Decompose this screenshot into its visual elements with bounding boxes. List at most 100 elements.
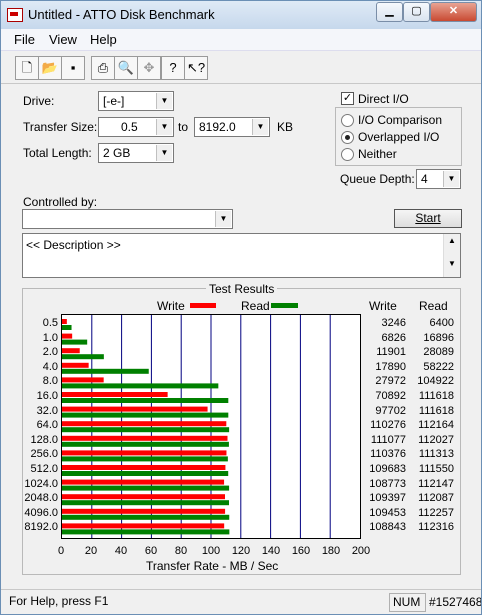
write-column-header: Write	[369, 299, 397, 313]
write-bar	[62, 450, 227, 456]
overlapped-io-radio[interactable]	[341, 131, 354, 144]
move-icon[interactable]: ✥	[137, 56, 161, 80]
transfer-size-label: 32.0	[36, 404, 58, 417]
transfer-size-from-select[interactable]: 0.5 ▼	[98, 117, 174, 137]
io-comparison-radio[interactable]	[341, 114, 354, 127]
chevron-down-icon[interactable]: ▼	[443, 171, 459, 187]
x-tick-label: 0	[57, 545, 65, 557]
x-tick-label: 60	[144, 545, 158, 557]
transfer-size-label: 1.0	[42, 331, 58, 344]
context-help-icon[interactable]: ↖?	[184, 56, 208, 80]
neither-radio[interactable]	[341, 148, 354, 161]
title-bar[interactable]: Untitled - ATTO Disk Benchmark ▁ ▢ ✕	[1, 1, 481, 29]
description-text: << Description >>	[26, 238, 121, 252]
read-bar	[62, 354, 104, 360]
maximize-button[interactable]: ▢	[403, 2, 430, 22]
legend-read-swatch	[271, 303, 298, 308]
read-value: 104922	[417, 375, 454, 388]
transfer-size-label: 512.0	[30, 463, 58, 475]
direct-io-label: Direct I/O	[358, 92, 409, 106]
minimize-button[interactable]: ▁	[376, 2, 403, 22]
read-bar	[62, 368, 149, 374]
read-bar	[62, 529, 230, 535]
close-button[interactable]: ✕	[430, 2, 477, 22]
write-bar	[62, 362, 89, 368]
chevron-down-icon[interactable]: ▼	[156, 145, 172, 161]
read-bar	[62, 339, 88, 345]
print-preview-icon[interactable]: 🔍	[114, 56, 138, 80]
total-length-select[interactable]: 2 GB ▼	[98, 143, 174, 163]
chevron-down-icon[interactable]: ▼	[215, 211, 231, 227]
total-length-value: 2 GB	[103, 146, 131, 160]
total-length-label: Total Length:	[23, 146, 92, 160]
app-icon[interactable]	[7, 8, 23, 22]
direct-io-checkbox[interactable]: ✓	[341, 92, 354, 105]
to-label: to	[178, 120, 189, 134]
write-value: 3246	[381, 317, 406, 329]
help-icon[interactable]: ?	[161, 56, 185, 80]
read-column-header: Read	[419, 299, 448, 313]
x-tick-label: 160	[291, 545, 311, 557]
read-bar	[62, 514, 230, 520]
neither-label: Neither	[358, 147, 397, 161]
read-bar	[62, 412, 229, 418]
controlled-by-select[interactable]: ▼	[22, 209, 233, 229]
description-scrollbar[interactable]: ▲ ▼	[443, 234, 460, 277]
results-chart	[61, 314, 361, 539]
write-value: 17890	[375, 360, 406, 373]
transfer-size-label: 8192.0	[24, 521, 58, 534]
read-value: 111618	[418, 404, 454, 417]
write-bar	[62, 421, 227, 427]
chevron-down-icon[interactable]: ▼	[156, 119, 172, 135]
drive-label: Drive:	[23, 94, 55, 108]
read-value: 16896	[423, 331, 454, 344]
x-tick-label: 100	[201, 545, 221, 557]
overlapped-io-label: Overlapped I/O	[358, 130, 440, 144]
drive-select[interactable]: [-e-] ▼	[98, 91, 174, 111]
read-value: 112164	[418, 419, 454, 432]
write-bar	[62, 523, 225, 529]
scroll-up-icon[interactable]: ▲	[444, 236, 460, 245]
transfer-size-label: 256.0	[30, 448, 58, 461]
write-bar	[62, 406, 208, 412]
read-bar	[62, 500, 230, 506]
read-value: 112257	[418, 506, 454, 519]
description-box[interactable]: << Description >> ▲ ▼	[22, 233, 461, 278]
read-bar	[62, 471, 229, 476]
menu-help[interactable]: Help	[90, 32, 117, 47]
transfer-size-label: 16.0	[36, 390, 58, 402]
read-bar	[62, 456, 228, 462]
read-value: 111313	[418, 448, 454, 461]
read-value: 112027	[418, 433, 454, 446]
write-value: 11901	[376, 346, 406, 359]
x-tick-label: 120	[231, 545, 251, 557]
read-value: 111550	[418, 463, 454, 475]
chevron-down-icon[interactable]: ▼	[156, 93, 172, 109]
open-icon[interactable]: 📂	[38, 56, 62, 80]
controlled-by-label: Controlled by:	[23, 195, 98, 209]
chevron-down-icon[interactable]: ▼	[252, 119, 268, 135]
write-bar	[62, 508, 226, 514]
drive-value: [-e-]	[103, 94, 125, 108]
menu-file[interactable]: File	[14, 32, 35, 47]
menu-view[interactable]: View	[49, 32, 77, 47]
print-icon[interactable]: ⎙	[91, 56, 115, 80]
new-icon[interactable]: 🗋	[15, 56, 39, 80]
scroll-down-icon[interactable]: ▼	[444, 259, 460, 268]
transfer-size-label: 8.0	[42, 375, 58, 388]
save-icon[interactable]: ▪	[61, 56, 85, 80]
write-bar	[62, 333, 73, 339]
read-bar	[62, 485, 230, 491]
read-bar	[62, 325, 72, 330]
transfer-size-label: 4096.0	[24, 506, 58, 519]
write-value: 110276	[370, 419, 406, 432]
read-value: 111618	[418, 390, 454, 402]
queue-depth-select[interactable]: 4 ▼	[416, 169, 461, 189]
read-value: 112087	[418, 492, 454, 505]
transfer-size-to-select[interactable]: 8192.0 ▼	[194, 117, 270, 137]
start-button[interactable]: Start	[394, 209, 462, 228]
write-bar	[62, 319, 67, 324]
transfer-size-label: 4.0	[42, 360, 58, 373]
read-bar	[62, 441, 229, 447]
app-window: Untitled - ATTO Disk Benchmark ▁ ▢ ✕ Fil…	[0, 0, 482, 615]
